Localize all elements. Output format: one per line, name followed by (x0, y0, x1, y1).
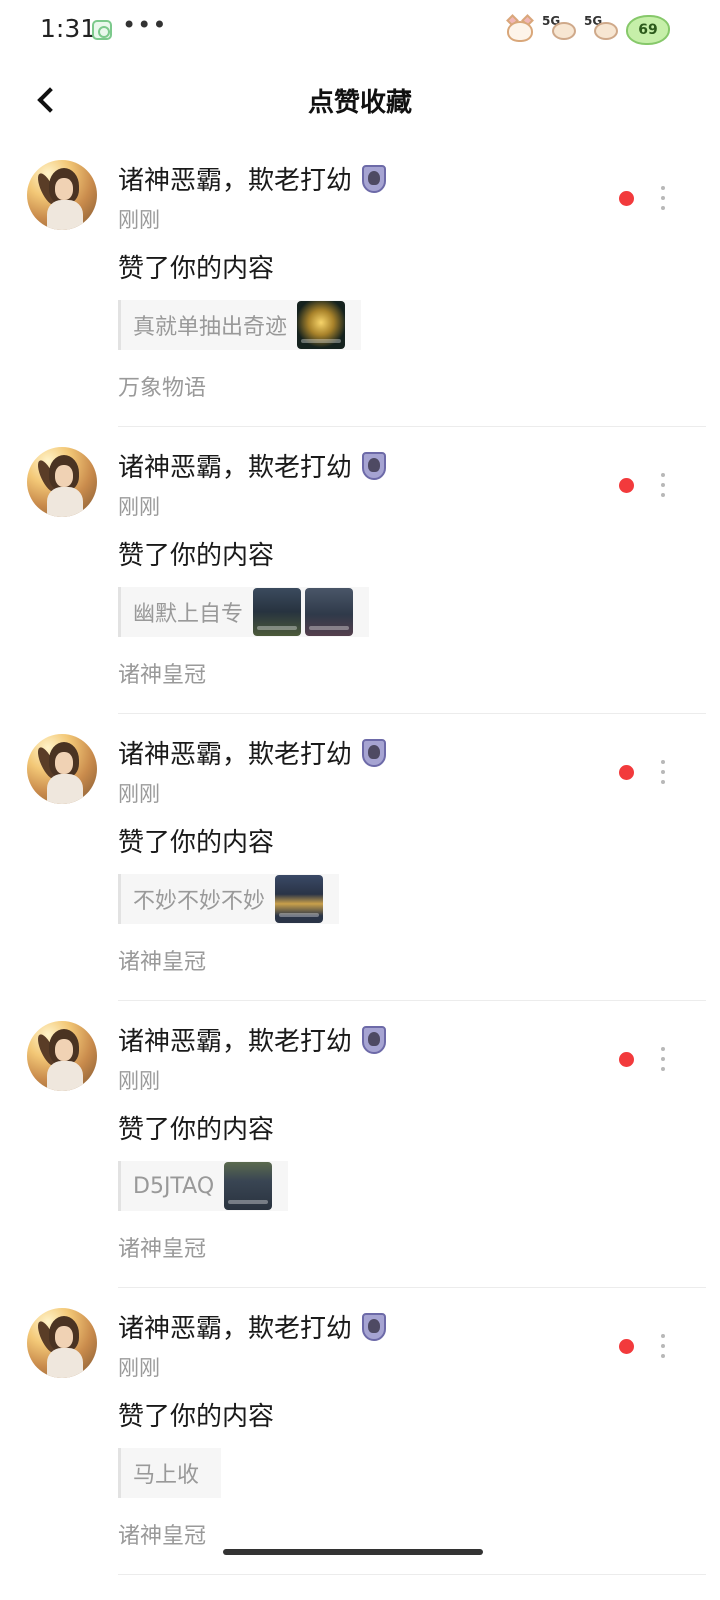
avatar[interactable] (27, 1021, 97, 1091)
home-indicator[interactable] (223, 1549, 483, 1555)
post-thumbnail[interactable] (305, 588, 354, 636)
more-options-button[interactable] (650, 1330, 676, 1362)
post-thumbnail[interactable] (224, 1162, 273, 1210)
battery-icon: 69 (626, 15, 670, 45)
username[interactable]: 诸神恶霸，欺老打幼 (118, 447, 352, 484)
group-name[interactable]: 诸神皇冠 (118, 1518, 206, 1550)
more-options-button[interactable] (650, 182, 676, 214)
action-text: 赞了你的内容 (118, 254, 275, 284)
rank-badge-icon (362, 451, 387, 480)
messaging-app-icon (92, 20, 112, 40)
unread-dot (619, 1052, 634, 1067)
quoted-post[interactable]: 真就单抽出奇迹 (118, 300, 362, 350)
unread-dot (619, 765, 634, 780)
avatar[interactable] (27, 160, 97, 230)
quoted-post-text: 真就单抽出奇迹 (133, 315, 288, 340)
username-row: 诸神恶霸，欺老打幼 (118, 447, 387, 484)
quoted-post-text: 幽默上自专 (133, 602, 244, 627)
status-time: 1:31 (40, 14, 97, 43)
nav-bar: 点赞收藏 (0, 60, 720, 140)
group-name[interactable]: 诸神皇冠 (118, 944, 206, 976)
quoted-post[interactable]: 幽默上自专 (118, 587, 370, 637)
page-title: 点赞收藏 (307, 88, 412, 118)
post-thumbnail[interactable] (297, 301, 346, 349)
rank-badge-icon (362, 1025, 387, 1054)
status-more-icon: ••• (122, 11, 168, 39)
quoted-post-text: D5JTAQ (133, 1173, 215, 1199)
username-row: 诸神恶霸，欺老打幼 (118, 1308, 387, 1345)
rank-badge-icon (362, 1312, 387, 1341)
more-options-button[interactable] (650, 756, 676, 788)
avatar[interactable] (27, 1308, 97, 1378)
group-name[interactable]: 诸神皇冠 (118, 657, 206, 689)
username-row: 诸神恶霸，欺老打幼 (118, 734, 387, 771)
action-text: 赞了你的内容 (118, 1115, 275, 1145)
status-indicators: 5G 5G 69 (504, 14, 670, 46)
action-text: 赞了你的内容 (118, 828, 275, 858)
notification-item[interactable]: 诸神恶霸，欺老打幼 刚刚 赞了你的内容 真就单抽出奇迹 万象物语 (0, 140, 720, 427)
unread-dot (619, 1339, 634, 1354)
notification-item[interactable]: 诸神恶霸，欺老打幼 刚刚 赞了你的内容 D5JTAQ 诸神皇冠 (0, 1001, 720, 1288)
username[interactable]: 诸神恶霸，欺老打幼 (118, 1308, 352, 1345)
timestamp: 刚刚 (118, 208, 160, 232)
notification-item[interactable]: 诸神恶霸，欺老打幼 刚刚 赞了你的内容 幽默上自专 诸神皇冠 (0, 427, 720, 714)
timestamp: 刚刚 (118, 782, 160, 806)
battery-level: 69 (638, 22, 658, 38)
more-options-button[interactable] (650, 1043, 676, 1075)
rank-badge-icon (362, 738, 387, 767)
group-name[interactable]: 万象物语 (118, 370, 206, 402)
timestamp: 刚刚 (118, 495, 160, 519)
cat-sticker-icon (504, 14, 536, 44)
action-text: 赞了你的内容 (118, 1402, 275, 1432)
avatar[interactable] (27, 734, 97, 804)
notification-item[interactable]: 诸神恶霸，欺老打幼 刚刚 赞了你的内容 不妙不妙不妙 诸神皇冠 (0, 714, 720, 1001)
status-bar: 1:31 ••• 5G 5G 69 (0, 0, 720, 60)
username[interactable]: 诸神恶霸，欺老打幼 (118, 734, 352, 771)
post-thumbnail[interactable] (253, 588, 302, 636)
notification-item[interactable]: 诸神恶霸，欺老打幼 刚刚 赞了你的内容 马上收 诸神皇冠 (0, 1288, 720, 1575)
quoted-post-text: 不妙不妙不妙 (133, 889, 266, 914)
signal-strength-icon-2: 5G (584, 15, 620, 45)
signal-strength-icon: 5G (542, 15, 578, 45)
username[interactable]: 诸神恶霸，欺老打幼 (118, 160, 352, 197)
divider (118, 1574, 706, 1575)
unread-dot (619, 478, 634, 493)
timestamp: 刚刚 (118, 1356, 160, 1380)
quoted-post-text: 马上收 (133, 1463, 200, 1488)
quoted-post[interactable]: D5JTAQ (118, 1161, 289, 1211)
action-text: 赞了你的内容 (118, 541, 275, 571)
username-row: 诸神恶霸，欺老打幼 (118, 1021, 387, 1058)
username-row: 诸神恶霸，欺老打幼 (118, 160, 387, 197)
rank-badge-icon (362, 164, 387, 193)
quoted-post[interactable]: 不妙不妙不妙 (118, 874, 340, 924)
unread-dot (619, 191, 634, 206)
timestamp: 刚刚 (118, 1069, 160, 1093)
notification-list: 诸神恶霸，欺老打幼 刚刚 赞了你的内容 真就单抽出奇迹 万象物语 诸神恶霸，欺老… (0, 140, 720, 1575)
avatar[interactable] (27, 447, 97, 517)
post-thumbnail[interactable] (275, 875, 324, 923)
quoted-post[interactable]: 马上收 (118, 1448, 222, 1498)
group-name[interactable]: 诸神皇冠 (118, 1231, 206, 1263)
more-options-button[interactable] (650, 469, 676, 501)
username[interactable]: 诸神恶霸，欺老打幼 (118, 1021, 352, 1058)
